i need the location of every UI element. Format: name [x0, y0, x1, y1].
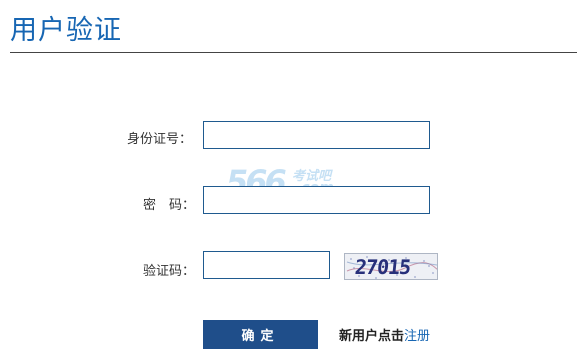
title-divider	[10, 52, 577, 53]
id-number-input[interactable]	[203, 121, 430, 149]
captcha-label: 验证码：	[143, 264, 196, 279]
register-prefix: 新用户点击	[339, 329, 405, 344]
password-label: 密 码：	[143, 198, 196, 213]
confirm-button[interactable]: 确定	[203, 320, 318, 349]
captcha-code: 27015	[353, 255, 412, 279]
page-title: 用户验证	[10, 15, 122, 46]
register-link[interactable]: 注册	[404, 329, 430, 344]
id-number-label: 身份证号：	[127, 132, 193, 147]
captcha-image[interactable]: 27015	[344, 253, 438, 280]
password-input[interactable]	[203, 186, 430, 214]
register-prompt: 新用户点击注册	[339, 325, 430, 344]
captcha-input[interactable]	[203, 251, 330, 279]
